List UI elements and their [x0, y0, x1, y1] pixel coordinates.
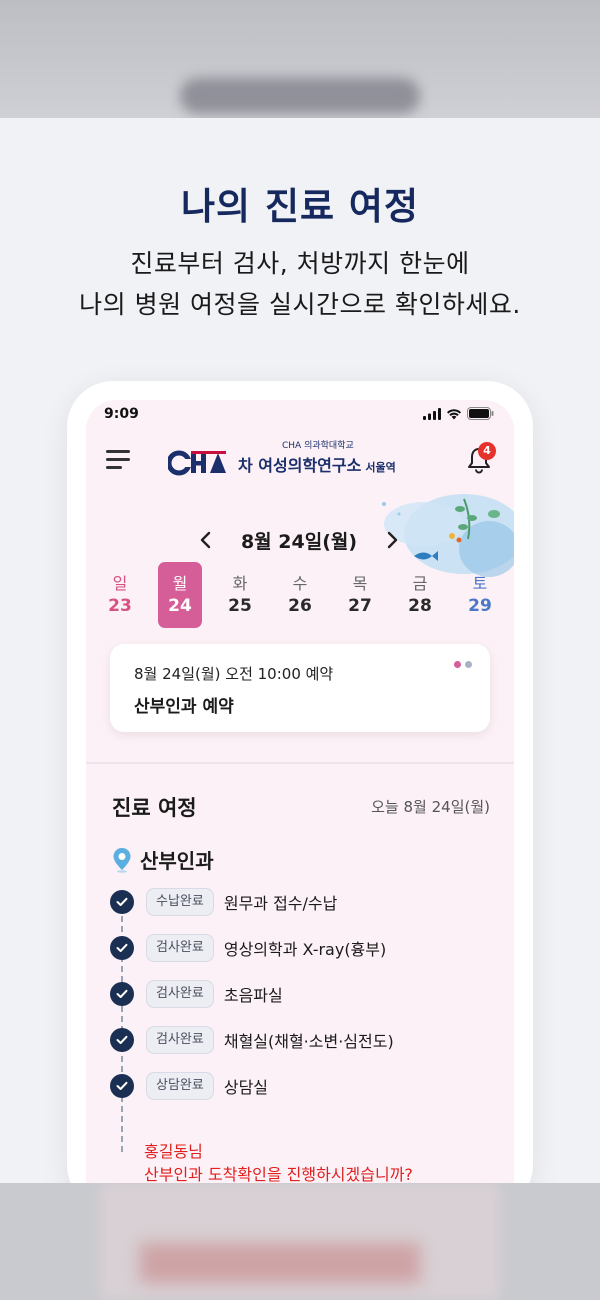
journey-step: 검사완료 채혈실(채혈·소변·심전도): [110, 1017, 500, 1063]
chevron-right-icon[interactable]: [382, 528, 402, 552]
prompt-patient-name: 홍길동님: [144, 1142, 203, 1161]
step-label: 초음파실: [223, 986, 283, 1005]
day-friday[interactable]: 금 28: [398, 562, 442, 628]
appointment-datetime: 8월 24일(월) 오전 10:00 예약: [134, 665, 334, 683]
day-number: 29: [468, 596, 492, 616]
check-icon: [110, 1028, 134, 1052]
notification-badge: 4: [478, 442, 496, 460]
appointment-title: 산부인과 예약: [134, 697, 234, 717]
step-status-badge: 상담완료: [146, 1072, 214, 1100]
current-date-label: 8월 24일(월): [240, 531, 358, 553]
app-screen: 9:09 CHA 의과학대학교 차 여성의학연구소 서울역 4 8월 24일(월…: [86, 400, 514, 1183]
promo-subtitle-line2: 나의 병원 여정을 실시간으로 확인하세요.: [79, 290, 521, 319]
section-divider: [86, 762, 514, 764]
status-time: 9:09: [104, 406, 139, 422]
cha-logo-mark: [168, 450, 226, 476]
journey-step: 검사완료 영상의학과 X-ray(흉부): [110, 925, 500, 971]
step-status-badge: 검사완료: [146, 934, 214, 962]
check-icon: [110, 936, 134, 960]
day-sunday[interactable]: 일 23: [98, 562, 142, 628]
page-dot-active: [454, 661, 461, 668]
day-number: 26: [288, 596, 312, 616]
step-label: 영상의학과 X-ray(흉부): [223, 940, 387, 959]
promo-title: 나의 진료 여정: [180, 185, 419, 228]
day-number: 24: [168, 596, 192, 616]
step-label: 상담실: [223, 1078, 269, 1097]
day-number: 25: [228, 596, 252, 616]
day-of-week: 금: [412, 574, 428, 593]
promo-subtitle-line1: 진료부터 검사, 처방까지 한눈에: [130, 249, 470, 278]
journey-today-date: 오늘 8월 24일(월): [371, 798, 490, 816]
phone-frame: 9:09 CHA 의과학대학교 차 여성의학연구소 서울역 4 8월 24일(월…: [67, 381, 533, 1211]
step-status-badge: 검사완료: [146, 980, 214, 1008]
status-bar: 9:09: [86, 400, 514, 432]
status-icons: [423, 407, 494, 420]
day-of-week: 수: [292, 574, 308, 593]
day-of-week: 월: [172, 574, 188, 593]
prompt-question: 산부인과 도착확인을 진행하시겠습니까?: [144, 1165, 413, 1183]
step-label: 채혈실(채혈·소변·심전도): [223, 1032, 394, 1051]
signal-icon: [423, 407, 441, 420]
logo-branch: 서울역: [365, 461, 396, 474]
department-name: 산부인과: [140, 849, 214, 873]
day-number: 27: [348, 596, 372, 616]
logo-university-text: CHA 의과학대학교: [282, 441, 354, 451]
day-of-week: 일: [112, 574, 128, 593]
day-monday-selected[interactable]: 월 24: [158, 562, 202, 628]
check-icon: [110, 1074, 134, 1098]
cha-logo: CHA 의과학대학교 차 여성의학연구소 서울역: [168, 441, 396, 476]
logo-institute-name: 차 여성의학연구소: [238, 456, 362, 475]
day-number: 28: [408, 596, 432, 616]
journey-section-title: 진료 여정: [112, 796, 197, 820]
blurred-top-preview: [0, 0, 600, 118]
blurred-bottom-preview: [0, 1183, 600, 1300]
step-status-badge: 수납완료: [146, 888, 214, 916]
step-label: 원무과 접수/수납: [223, 894, 338, 913]
journey-step: 검사완료 초음파실: [110, 971, 500, 1017]
battery-icon: [467, 407, 494, 420]
department-header: 산부인과: [112, 845, 214, 874]
journey-step: 상담완료 상담실: [110, 1063, 500, 1109]
wifi-icon: [447, 408, 461, 419]
check-icon: [110, 982, 134, 1006]
journey-step: 수납완료 원무과 접수/수납: [110, 879, 500, 925]
day-tuesday[interactable]: 화 25: [218, 562, 262, 628]
hamburger-menu-icon[interactable]: [106, 450, 132, 470]
date-navigator: 8월 24일(월): [86, 520, 514, 560]
day-of-week: 토: [472, 574, 488, 593]
arrival-confirm-prompt[interactable]: 홍길동님 산부인과 도착확인을 진행하시겠습니까?: [144, 1140, 413, 1183]
day-number: 23: [108, 596, 132, 616]
check-icon: [110, 890, 134, 914]
journey-steps: 수납완료 원무과 접수/수납 검사완료 영상의학과 X-ray(흉부) 검사완료…: [110, 879, 500, 1109]
day-of-week: 목: [352, 574, 368, 593]
page-indicator: [454, 661, 472, 668]
week-strip: 일 23 월 24 화 25 수 26 목 27 금 28 토 29: [98, 562, 502, 628]
day-thursday[interactable]: 목 27: [338, 562, 382, 628]
app-header: CHA 의과학대학교 차 여성의학연구소 서울역 4: [86, 434, 514, 486]
appointment-card[interactable]: 8월 24일(월) 오전 10:00 예약 산부인과 예약: [110, 644, 490, 732]
page-dot: [465, 661, 472, 668]
day-of-week: 화: [232, 574, 248, 593]
location-pin-icon: [113, 847, 131, 873]
chevron-left-icon[interactable]: [196, 528, 216, 552]
day-wednesday[interactable]: 수 26: [278, 562, 322, 628]
step-status-badge: 검사완료: [146, 1026, 214, 1054]
day-saturday[interactable]: 토 29: [458, 562, 502, 628]
